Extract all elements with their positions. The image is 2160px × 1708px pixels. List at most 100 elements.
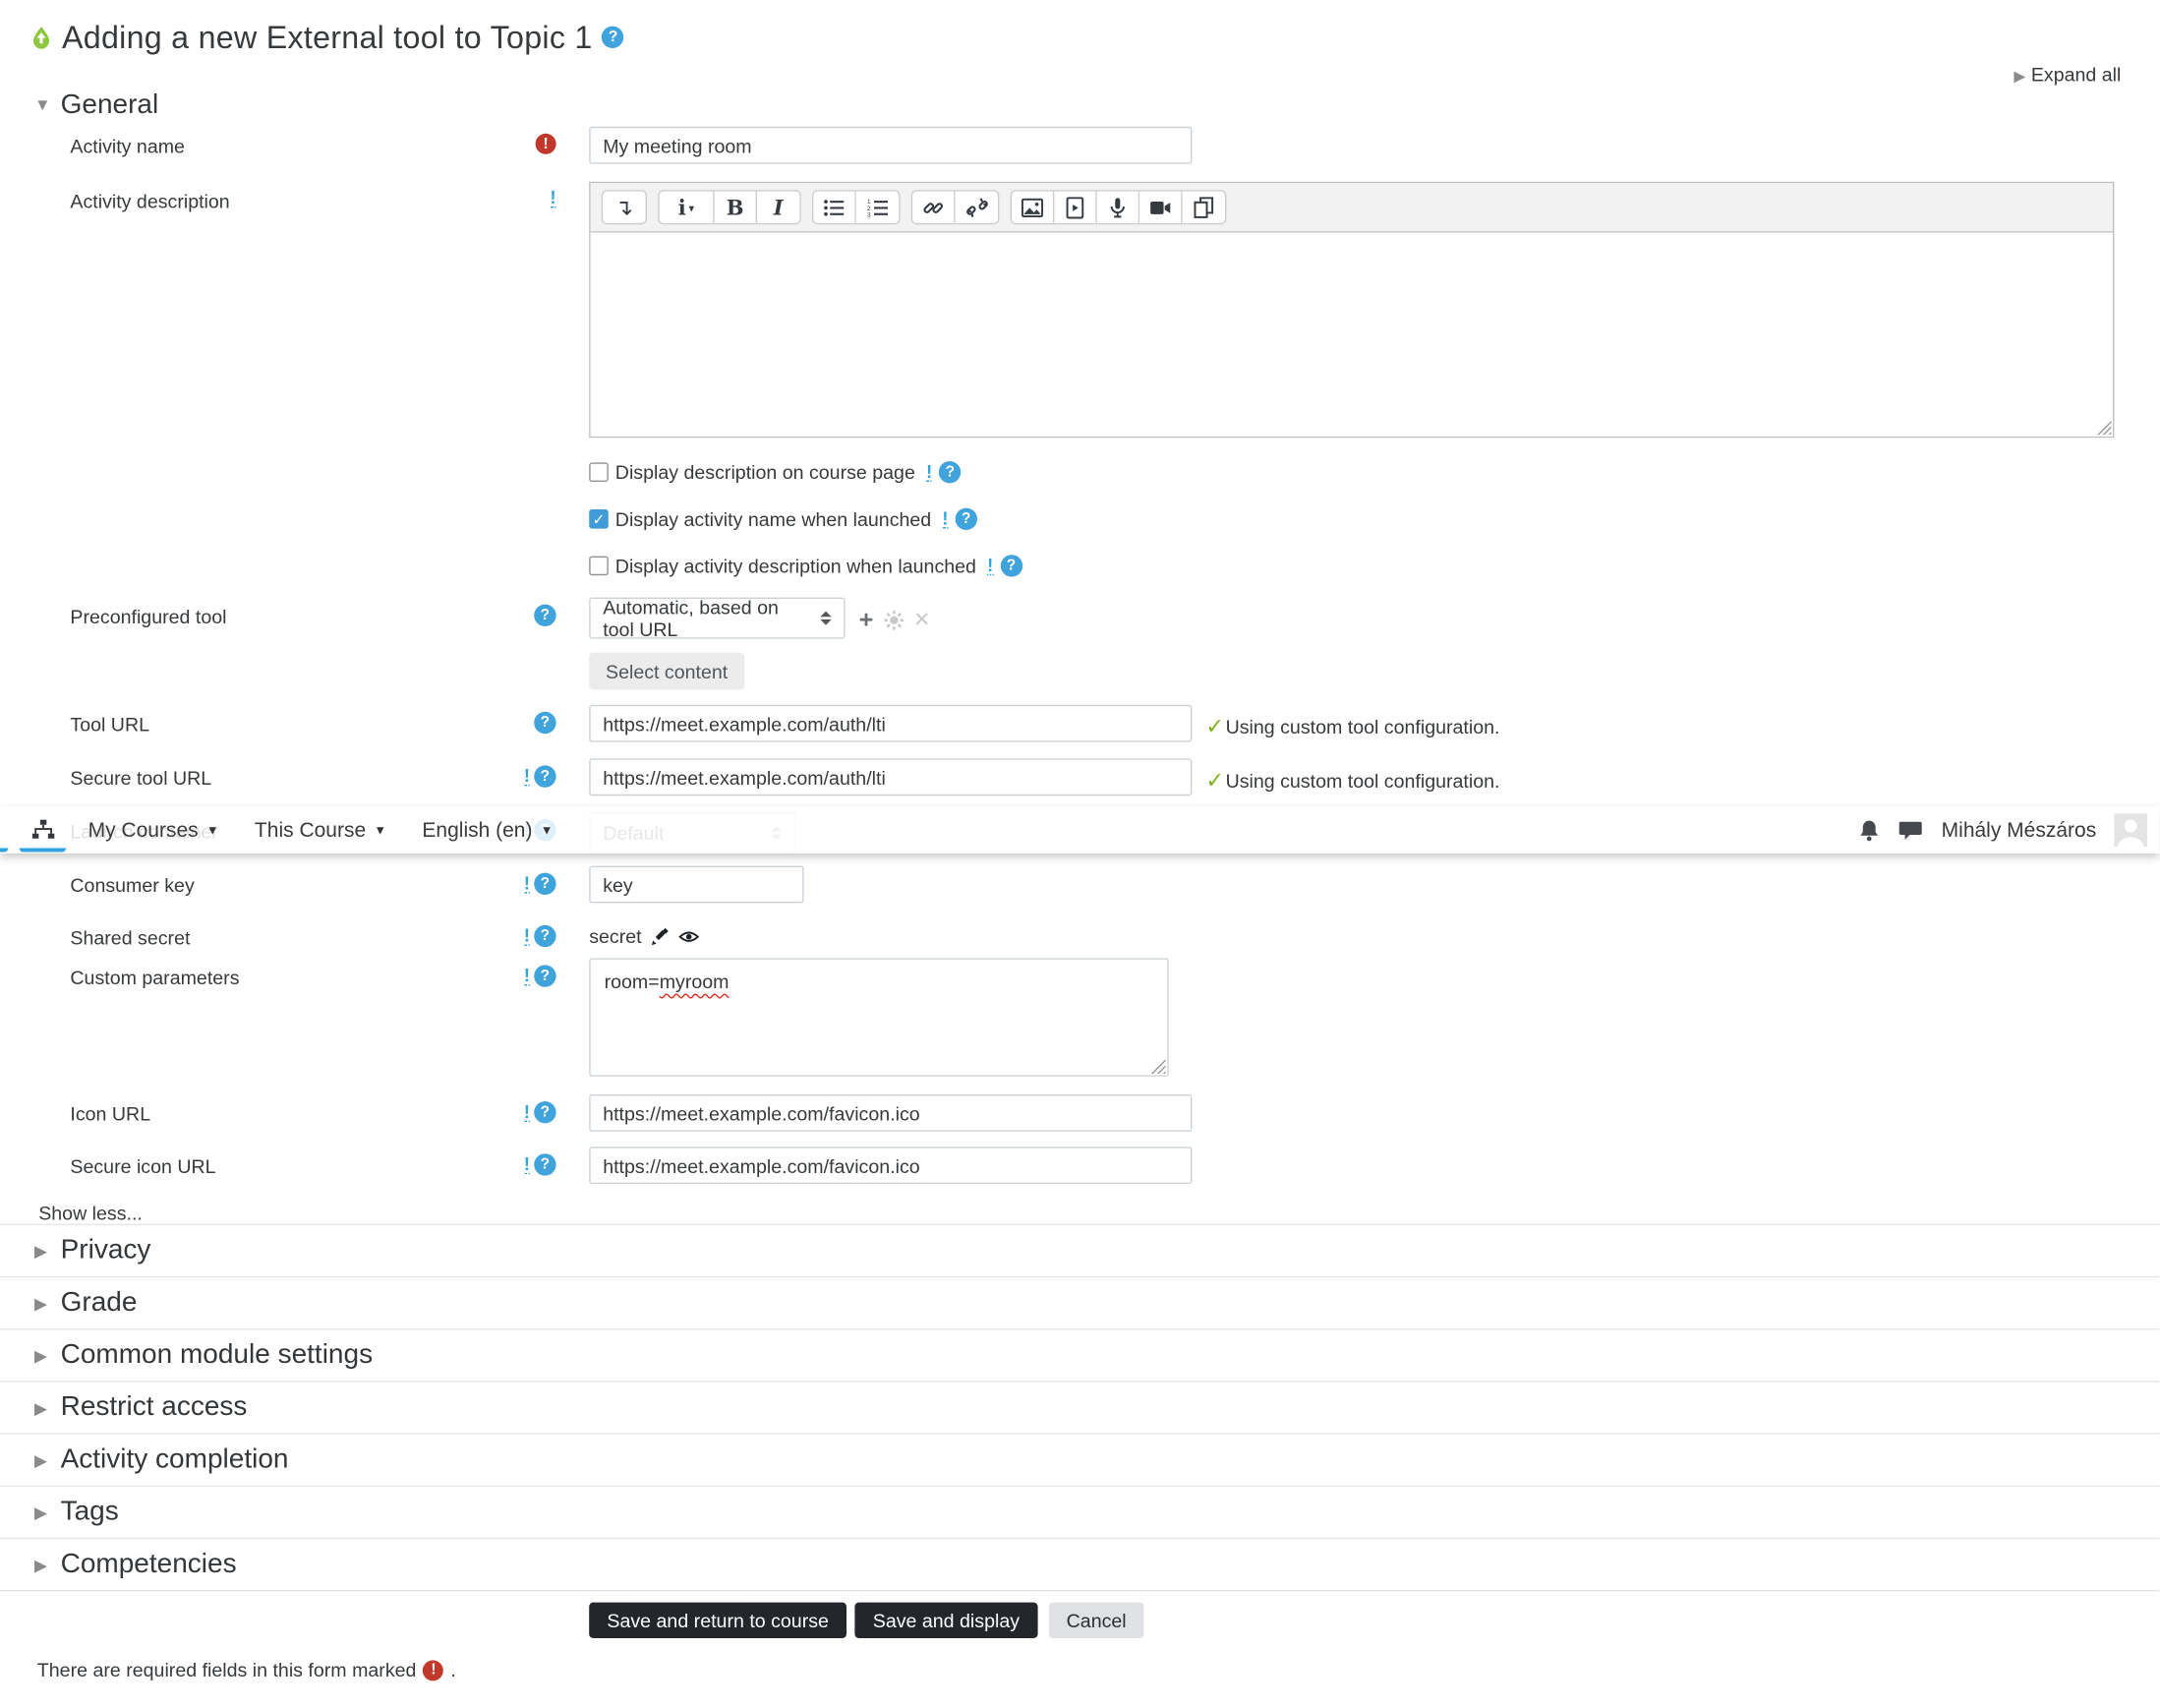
save-and-display-button[interactable]: Save and display (854, 1602, 1038, 1638)
chevron-right-icon: ▶ (34, 1345, 47, 1366)
icon-url-label: Icon URL (70, 1102, 151, 1125)
help-icon[interactable]: ? (534, 1101, 556, 1124)
warning-icon: ! (523, 765, 530, 787)
custom-parameters-row: Custom parameters ! ? room=myroom (0, 958, 2160, 1077)
warning-icon: ! (523, 1101, 530, 1122)
shared-secret-label: Shared secret (70, 926, 191, 949)
help-icon[interactable]: ? (534, 965, 556, 987)
display-options: Display description on course page ! ? ✓… (589, 461, 2159, 577)
consumer-key-row: Consumer key ! ? (0, 865, 2160, 904)
icon-url-input[interactable] (589, 1094, 1193, 1132)
section-general-title: General (60, 88, 159, 120)
show-less-link[interactable]: Show less... (38, 1202, 2159, 1223)
delete-tool-icon: ✕ (912, 608, 931, 632)
select-content-button[interactable]: Select content (589, 652, 745, 690)
checkbox[interactable] (589, 556, 609, 576)
checkbox-label: Display description on course page (614, 461, 915, 484)
section-general-header[interactable]: ▼ General (0, 88, 2160, 122)
checkbox-row-display-description: Display description on course page ! ? (589, 461, 2159, 484)
collapsed-section-header[interactable]: ▶ Activity completion (0, 1435, 2160, 1487)
rich-text-editor: ↴ i ▾ B I 123 (589, 181, 2115, 439)
chevron-right-icon: ▶ (2014, 69, 2026, 86)
collapsed-section-title: Common module settings (60, 1339, 374, 1370)
secure-icon-url-input[interactable] (589, 1147, 1193, 1184)
help-icon[interactable]: ? (534, 872, 556, 895)
help-icon[interactable]: ? (534, 604, 556, 626)
unlink-icon[interactable] (955, 191, 998, 223)
notifications-bell-icon[interactable] (1859, 818, 1881, 842)
manage-files-icon[interactable] (1182, 191, 1225, 223)
avatar[interactable] (2114, 813, 2147, 847)
help-icon[interactable]: ? (534, 765, 556, 788)
toolbar-toggle-icon[interactable]: ↴ (603, 191, 646, 223)
nav-this-course[interactable]: This Course ▼ (255, 818, 386, 842)
misspelled-word: myroom (659, 971, 730, 993)
collapsed-section-header[interactable]: ▶ Grade (0, 1277, 2160, 1330)
user-name[interactable]: Mihály Mészáros (1942, 818, 2097, 842)
help-icon[interactable]: ? (534, 711, 556, 735)
preconfigured-tool-select[interactable]: Automatic, based on tool URL (589, 596, 846, 640)
help-icon[interactable]: ? (939, 461, 962, 484)
collapsed-section-title: Tags (60, 1496, 119, 1527)
show-secret-eye-icon[interactable] (678, 928, 700, 943)
moodle-page: Adding a new External tool to Topic 1 ? … (0, 0, 2160, 1708)
nav-language[interactable]: English (en) ▼ (422, 818, 553, 842)
resize-handle[interactable] (1150, 1058, 1166, 1074)
collapsed-section-header[interactable]: ▶ Common module settings (0, 1329, 2160, 1383)
checkbox-checked[interactable]: ✓ (589, 509, 609, 529)
help-icon[interactable]: ? (534, 1153, 556, 1176)
numbered-list-icon[interactable]: 123 (855, 191, 900, 223)
form-actions: Save and return to course Save and displ… (589, 1602, 2159, 1638)
editor-content-area[interactable] (590, 232, 2113, 437)
media-icon[interactable] (1054, 191, 1097, 223)
warning-icon: ! (987, 555, 994, 576)
messages-icon[interactable] (1898, 820, 1923, 841)
checkbox[interactable] (589, 462, 609, 482)
record-video-icon[interactable] (1139, 191, 1183, 223)
tool-url-status: ✓ Using custom tool configuration. (1205, 705, 1499, 740)
styles-menu-icon[interactable]: i ▾ (659, 191, 715, 223)
top-navbar: My Courses ▼ This Course ▼ English (en) ▼ M… (0, 806, 2160, 854)
custom-parameters-textarea[interactable]: room=myroom (589, 958, 1169, 1077)
custom-parameters-label: Custom parameters (70, 966, 240, 989)
shared-secret-row: Shared secret ! ? secret (0, 922, 2160, 950)
expand-all-link[interactable]: Expand all (2031, 63, 2122, 85)
chevron-right-icon: ▶ (34, 1293, 47, 1313)
chevron-right-icon: ▶ (34, 1241, 47, 1261)
cancel-button[interactable]: Cancel (1048, 1602, 1144, 1638)
secure-tool-url-label: Secure tool URL (70, 766, 212, 790)
activity-name-label: Activity name (70, 135, 185, 157)
add-tool-icon[interactable]: + (859, 607, 874, 631)
check-icon: ✓ (1205, 769, 1225, 794)
italic-icon[interactable]: I (757, 191, 800, 223)
secure-tool-url-input[interactable] (589, 758, 1193, 796)
edit-pencil-icon[interactable] (651, 927, 669, 945)
nav-my-courses[interactable]: My Courses ▼ (88, 818, 219, 842)
nav-tab-fragment[interactable] (0, 810, 9, 853)
bold-icon[interactable]: B (714, 191, 757, 223)
help-icon[interactable]: ? (602, 26, 624, 48)
help-icon[interactable]: ? (1000, 555, 1022, 577)
resize-handle[interactable] (2096, 420, 2112, 436)
collapsed-section-header[interactable]: ▶ Tags (0, 1487, 2160, 1540)
sitemap-tab[interactable] (19, 810, 67, 853)
collapsed-section-header[interactable]: ▶ Competencies (0, 1539, 2160, 1592)
activity-name-input[interactable] (589, 126, 1193, 164)
bullet-list-icon[interactable] (813, 191, 856, 223)
warning-icon: ! (926, 461, 933, 482)
chevron-down-icon: ▼ (374, 823, 387, 838)
chevron-down-icon: ▼ (540, 823, 554, 838)
record-audio-icon[interactable] (1096, 191, 1140, 223)
link-icon[interactable] (912, 191, 956, 223)
help-icon[interactable]: ? (534, 924, 556, 948)
image-icon[interactable] (1012, 191, 1055, 223)
collapsed-section-title: Grade (60, 1287, 138, 1318)
collapsed-section-header[interactable]: ▶ Restrict access (0, 1383, 2160, 1435)
tool-url-label: Tool URL (70, 713, 150, 736)
collapsed-section-header[interactable]: ▶ Privacy (0, 1225, 2160, 1278)
tool-url-input[interactable] (589, 704, 1193, 742)
help-icon[interactable]: ? (955, 507, 977, 530)
consumer-key-input[interactable] (589, 865, 804, 904)
save-and-return-button[interactable]: Save and return to course (589, 1602, 847, 1638)
activity-name-row: Activity name ! (0, 126, 2160, 164)
